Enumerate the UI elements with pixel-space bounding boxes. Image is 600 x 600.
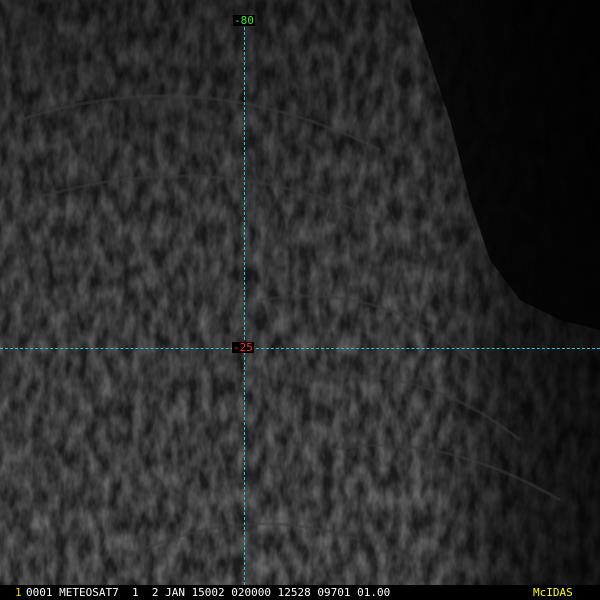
frame-number: 1: [15, 586, 22, 599]
image-info-text: 0001 METEOSAT7 1 2 JAN 15002 020000 1252…: [26, 586, 391, 599]
latitude-grid-line: [0, 348, 600, 349]
satellite-imagery: [0, 0, 600, 585]
brand-label: McIDAS: [533, 586, 573, 599]
longitude-label: -80: [233, 14, 255, 27]
longitude-grid-line: [244, 22, 245, 585]
status-bar: 1 0001 METEOSAT7 1 2 JAN 15002 020000 12…: [0, 585, 600, 600]
latitude-label: -25: [232, 341, 254, 354]
imagery-shade-north: [0, 0, 600, 585]
satellite-image-viewer[interactable]: -80 -25 1 0001 METEOSAT7 1 2 JAN 15002 0…: [0, 0, 600, 600]
